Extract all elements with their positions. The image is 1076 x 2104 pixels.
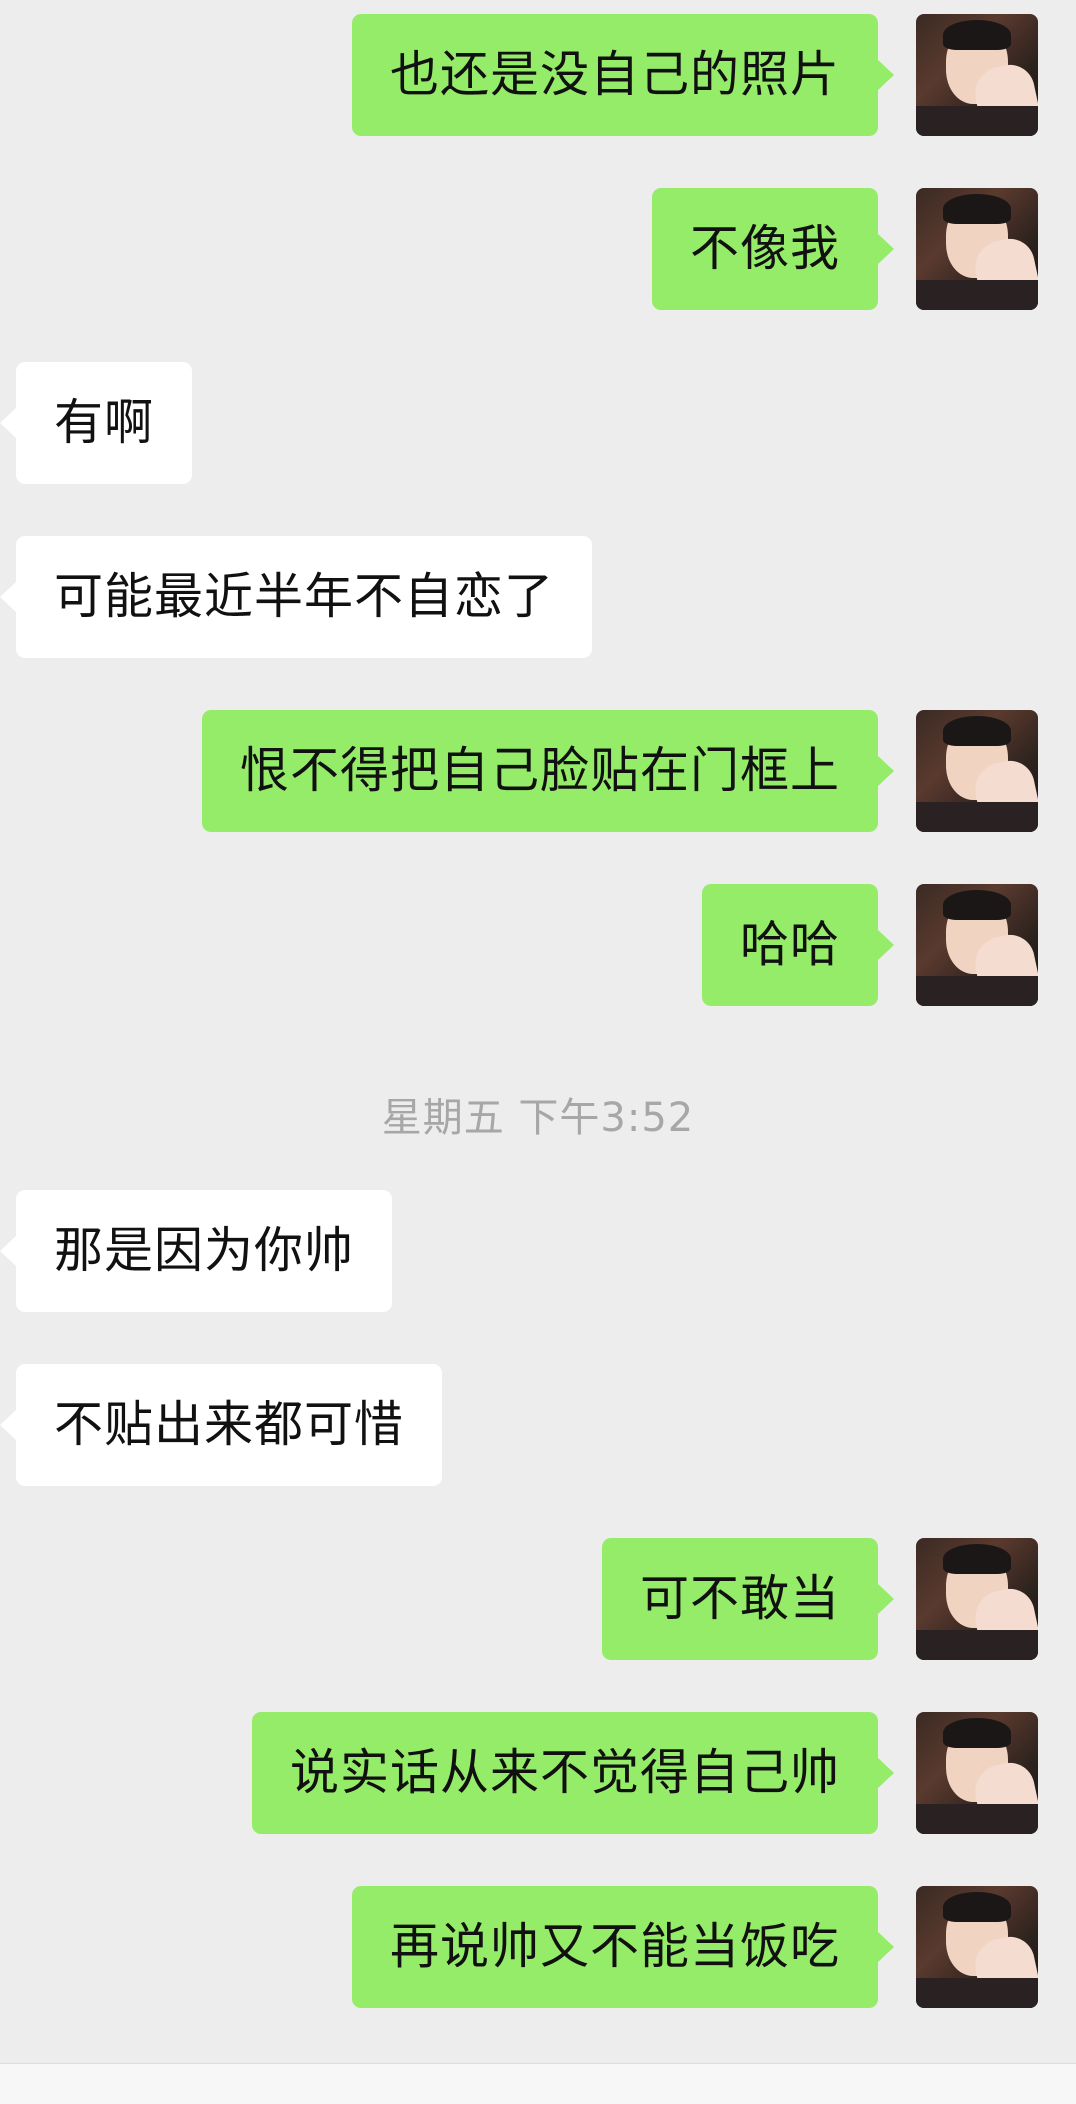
user-avatar[interactable] <box>916 884 1038 1006</box>
message-row-sent: 不像我 <box>651 188 1038 310</box>
message-row-received: 有啊 <box>0 362 193 484</box>
received-message-bubble[interactable]: 不贴出来都可惜 <box>0 1364 443 1486</box>
input-bar-edge <box>0 2063 1076 2104</box>
sent-message-bubble[interactable]: 可不敢当 <box>601 1538 895 1660</box>
sent-message-bubble[interactable]: 不像我 <box>651 188 895 310</box>
message-row-received: 不贴出来都可惜 <box>0 1364 443 1486</box>
sent-message-bubble[interactable]: 哈哈 <box>701 884 895 1006</box>
received-message-bubble[interactable]: 那是因为你帅 <box>0 1190 393 1312</box>
user-avatar[interactable] <box>916 710 1038 832</box>
received-message-bubble[interactable]: 可能最近半年不自恋了 <box>0 536 593 658</box>
user-avatar[interactable] <box>916 1712 1038 1834</box>
message-row-received: 可能最近半年不自恋了 <box>0 536 593 658</box>
user-avatar[interactable] <box>916 1886 1038 2008</box>
message-row-sent: 再说帅又不能当饭吃 <box>351 1886 1038 2008</box>
message-row-sent: 也还是没自己的照片 <box>351 14 1038 136</box>
sent-message-bubble[interactable]: 再说帅又不能当饭吃 <box>351 1886 895 2008</box>
message-row-sent: 可不敢当 <box>601 1538 1038 1660</box>
sent-message-bubble[interactable]: 恨不得把自己脸贴在门框上 <box>201 710 895 832</box>
received-message-bubble[interactable]: 有啊 <box>0 362 193 484</box>
sent-message-bubble[interactable]: 说实话从来不觉得自己帅 <box>251 1712 895 1834</box>
user-avatar[interactable] <box>916 1538 1038 1660</box>
message-row-sent: 哈哈 <box>701 884 1038 1006</box>
message-row-sent: 恨不得把自己脸贴在门框上 <box>201 710 1038 832</box>
user-avatar[interactable] <box>916 188 1038 310</box>
sent-message-bubble[interactable]: 也还是没自己的照片 <box>351 14 895 136</box>
chat-timestamp: 星期五 下午3:52 <box>381 1095 695 1141</box>
user-avatar[interactable] <box>916 14 1038 136</box>
message-row-received: 那是因为你帅 <box>0 1190 393 1312</box>
message-row-sent: 说实话从来不觉得自己帅 <box>251 1712 1038 1834</box>
chat-message-list[interactable]: 也还是没自己的照片 不像我 有啊 可能最近半年不自恋了 恨不得把自己脸贴在门框上… <box>0 0 1076 2104</box>
